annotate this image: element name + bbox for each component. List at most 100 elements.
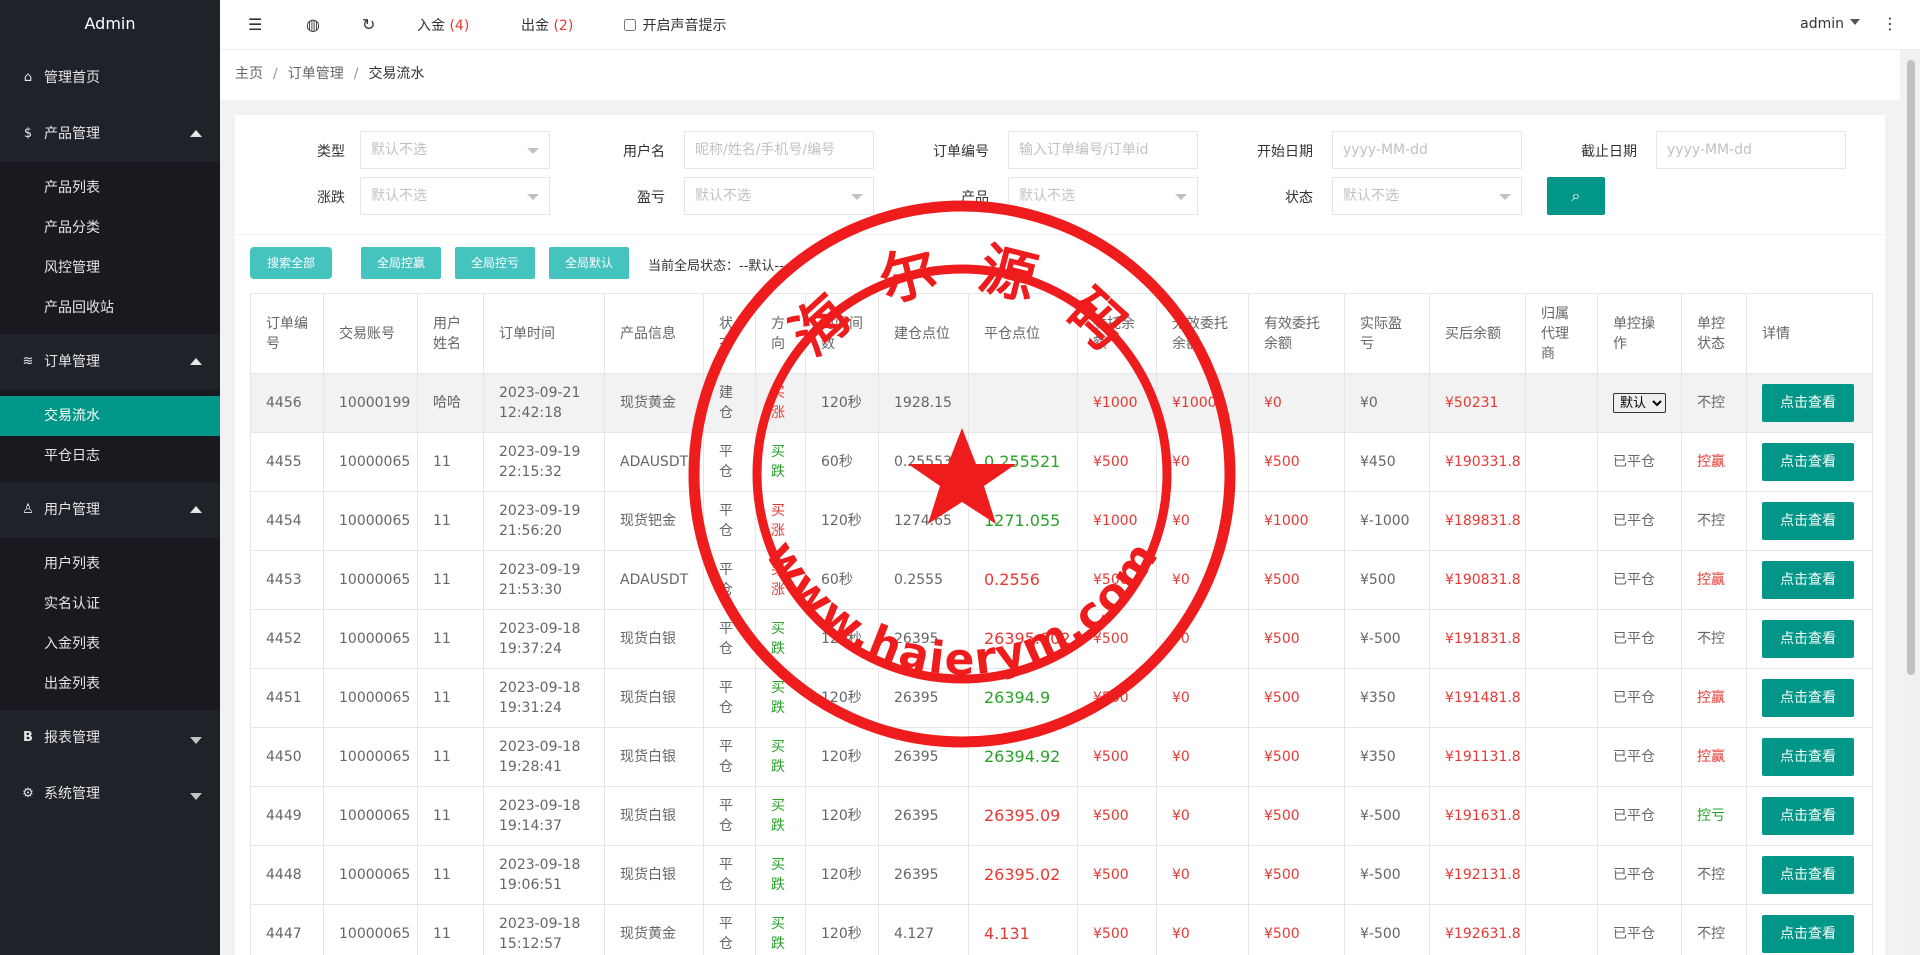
state-cell: 平仓 [703, 491, 756, 551]
type-select[interactable]: 默认不选 [360, 131, 550, 169]
view-detail-button[interactable]: 点击查看 [1762, 915, 1854, 953]
search-all-button[interactable]: 搜索全部 [250, 247, 332, 279]
period-cell: 60秒 [805, 432, 879, 492]
status-label: 状态 [1285, 190, 1313, 206]
user-name-cell: 11 [417, 786, 484, 846]
order-clock: 19:06:51 [499, 877, 562, 893]
nav-order-management[interactable]: ≋ 订单管理 [0, 334, 220, 390]
detail-cell: 点击查看 [1746, 845, 1873, 905]
view-detail-button[interactable]: 点击查看 [1762, 620, 1854, 658]
nav-product-management[interactable]: $ 产品管理 [0, 106, 220, 162]
nav-system-management[interactable]: ⚙ 系统管理 [0, 766, 220, 822]
user-name-cell: 11 [417, 609, 484, 669]
column-header: 时间间数 [805, 293, 879, 374]
invalid-entrust-cell: ¥0 [1156, 491, 1249, 551]
sidebar-item-user-list[interactable]: 用户列表 [0, 544, 220, 584]
global-win-button[interactable]: 全局控赢 [361, 247, 441, 279]
sidebar-item-product-recycle[interactable]: 产品回收站 [0, 288, 220, 328]
control-select[interactable]: 默认 [1613, 392, 1666, 413]
nav-user-management[interactable]: ♙ 用户管理 [0, 482, 220, 538]
control-status-cell: 不控 [1681, 904, 1747, 955]
control-op-cell: 已平仓 [1597, 727, 1682, 787]
nav-home[interactable]: ⌂ 管理首页 [0, 50, 220, 106]
start-date-placeholder: yyyy-MM-dd [1343, 142, 1428, 158]
sound-checkbox[interactable] [624, 19, 636, 31]
end-date-input[interactable]: yyyy-MM-dd [1656, 131, 1846, 169]
view-detail-button[interactable]: 点击查看 [1762, 502, 1854, 540]
view-detail-button[interactable]: 点击查看 [1762, 384, 1854, 422]
view-detail-button[interactable]: 点击查看 [1762, 561, 1854, 599]
period-cell: 60秒 [805, 550, 879, 610]
nav-system-label: 系统管理 [44, 786, 100, 802]
withdraw-link[interactable]: 出金 (2) [521, 15, 573, 35]
open-price-cell: 26395 [878, 727, 969, 787]
global-lose-button[interactable]: 全局控亏 [455, 247, 535, 279]
order-date: 2023-09-18 [499, 916, 581, 932]
account-cell: 10000065 [323, 491, 418, 551]
order-no-input[interactable]: 输入订单编号/订单id [1008, 131, 1198, 169]
view-detail-button[interactable]: 点击查看 [1762, 443, 1854, 481]
sidebar-item-trade-flow[interactable]: 交易流水 [0, 396, 220, 436]
deposit-link[interactable]: 入金 (4) [417, 15, 469, 35]
direction-cell: 买涨 [755, 373, 806, 433]
start-date-input[interactable]: yyyy-MM-dd [1332, 131, 1522, 169]
page-scrollbar[interactable] [1902, 50, 1920, 955]
product-cell: 现货白银 [604, 609, 704, 669]
product-select[interactable]: 默认不选 [1008, 177, 1198, 215]
global-default-button[interactable]: 全局默认 [549, 247, 629, 279]
sidebar-item-deposit-list[interactable]: 入金列表 [0, 624, 220, 664]
column-header: 详情 [1746, 293, 1873, 374]
sidebar-item-product-category[interactable]: 产品分类 [0, 208, 220, 248]
close-price-cell: 26395.02 [968, 845, 1078, 905]
refresh-icon[interactable]: ↻ [362, 15, 375, 34]
menu-collapse-icon[interactable]: ☰ [248, 15, 262, 34]
chevron-up-icon [190, 130, 202, 137]
username-input[interactable]: 昵称/姓名/手机号/编号 [684, 131, 874, 169]
breadcrumb-home[interactable]: 主页 [235, 66, 263, 82]
breadcrumb-orders[interactable]: 订单管理 [288, 66, 344, 82]
search-button[interactable]: ⌕ [1547, 177, 1605, 215]
user-menu[interactable]: admin [1800, 16, 1860, 32]
nav-report-management[interactable]: B 报表管理 [0, 710, 220, 766]
column-header: 订单编号 [250, 293, 324, 374]
table-row: 4453 10000065 11 2023-09-19 21:53:30 ADAUSDT 平… [250, 550, 1873, 610]
sidebar-item-product-list[interactable]: 产品列表 [0, 168, 220, 208]
valid-entrust-cell: ¥1000 [1248, 491, 1345, 551]
after-balance-cell: ¥192631.8 [1429, 904, 1526, 955]
product-cell: 现货白银 [604, 786, 704, 846]
sidebar-item-risk-control[interactable]: 风控管理 [0, 248, 220, 288]
order-id-cell: 4454 [250, 491, 324, 551]
view-detail-button[interactable]: 点击查看 [1762, 797, 1854, 835]
detail-cell: 点击查看 [1746, 373, 1873, 433]
sound-toggle[interactable]: 开启声音提示 [624, 15, 726, 35]
updown-select[interactable]: 默认不选 [360, 177, 550, 215]
account-cell: 10000065 [323, 845, 418, 905]
sidebar-item-withdraw-list[interactable]: 出金列表 [0, 664, 220, 704]
account-cell: 10000065 [323, 668, 418, 728]
status-select[interactable]: 默认不选 [1332, 177, 1522, 215]
end-date-placeholder: yyyy-MM-dd [1667, 142, 1752, 158]
direction-cell: 买跌 [755, 609, 806, 669]
order-clock: 21:53:30 [499, 582, 562, 598]
table-body: 4456 10000199 哈哈 2023-09-21 12:42:18 现货黄金 建仓 买涨… [250, 373, 1873, 955]
user-name-cell: 11 [417, 727, 484, 787]
end-date-label: 截止日期 [1581, 144, 1637, 160]
pnl-select[interactable]: 默认不选 [684, 177, 874, 215]
sidebar-item-close-log[interactable]: 平仓日志 [0, 436, 220, 476]
more-vertical-icon[interactable]: ⋮ [1882, 14, 1898, 33]
view-detail-button[interactable]: 点击查看 [1762, 679, 1854, 717]
detail-cell: 点击查看 [1746, 550, 1873, 610]
order-id-cell: 4451 [250, 668, 324, 728]
start-date-label: 开始日期 [1257, 144, 1313, 160]
detail-cell: 点击查看 [1746, 727, 1873, 787]
globe-icon[interactable]: ◍ [306, 15, 320, 34]
control-op-cell: 已平仓 [1597, 432, 1682, 492]
view-detail-button[interactable]: 点击查看 [1762, 738, 1854, 776]
user-name-cell: 11 [417, 432, 484, 492]
close-price-cell: 26395.002 [968, 609, 1078, 669]
account-cell: 10000065 [323, 904, 418, 955]
sidebar-item-real-name[interactable]: 实名认证 [0, 584, 220, 624]
scrollbar-thumb[interactable] [1907, 60, 1915, 675]
control-op-cell: 已平仓 [1597, 609, 1682, 669]
view-detail-button[interactable]: 点击查看 [1762, 856, 1854, 894]
